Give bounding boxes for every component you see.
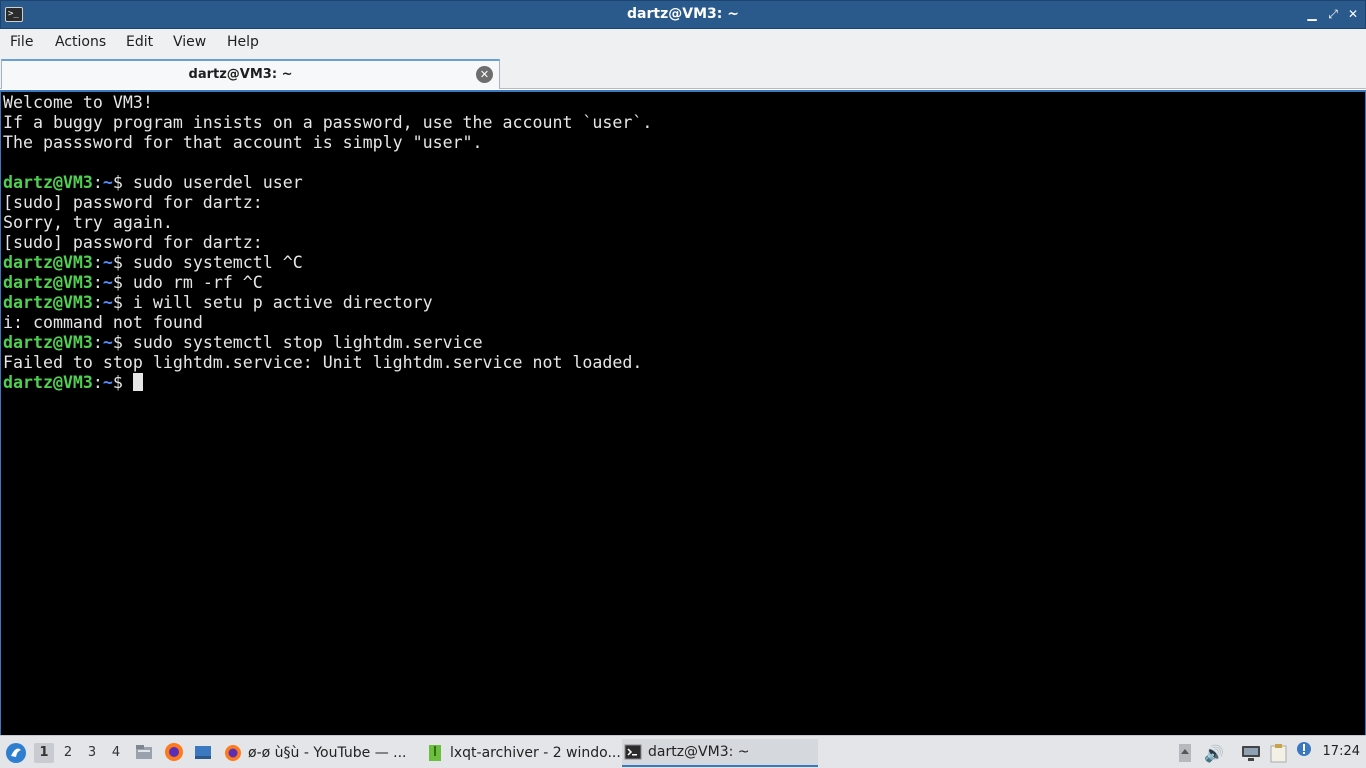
firefox-launcher-icon[interactable]: [164, 742, 184, 762]
network-icon[interactable]: [1240, 743, 1262, 763]
terminal-output-line: [sudo] password for dartz:: [3, 193, 1363, 213]
desktop-switch-2[interactable]: 2: [58, 743, 78, 763]
terminal-command-line: dartz@VM3:~$ sudo systemctl ^C: [3, 253, 1363, 273]
terminal-output-line: [sudo] password for dartz:: [3, 233, 1363, 253]
command-text: udo rm -rf ^C: [132, 273, 263, 292]
taskbar-task-button[interactable]: lxqt-archiver - 2 windo...: [424, 739, 620, 767]
output-text: The passsword for that account is simply…: [3, 133, 483, 152]
taskbar-task-button[interactable]: ø-ø ù§ù - YouTube — ...: [222, 739, 418, 767]
archiver-icon: [426, 744, 444, 762]
terminal-output-line: The passsword for that account is simply…: [3, 133, 1363, 153]
menu-help[interactable]: Help: [227, 34, 259, 50]
terminal-command-line: dartz@VM3:~$: [3, 373, 1363, 393]
terminal-command-line: dartz@VM3:~$ sudo systemctl stop lightdm…: [3, 333, 1363, 353]
output-text: [sudo] password for dartz:: [3, 193, 263, 212]
menu-file[interactable]: File: [10, 34, 33, 50]
clock[interactable]: 17:24: [1323, 744, 1360, 759]
menu-view[interactable]: View: [173, 34, 206, 50]
output-text: i: command not found: [3, 313, 203, 332]
file-manager-icon[interactable]: [134, 742, 154, 762]
desktop-switch-4[interactable]: 4: [106, 743, 126, 763]
taskbar: 1234 ø-ø ù§ù - YouTube — ... lxqt-archive…: [0, 735, 1366, 768]
maximize-icon[interactable]: ⤢: [1326, 6, 1340, 22]
terminal-icon: [624, 743, 642, 761]
prompt-user: dartz@VM3: [3, 373, 93, 392]
output-text: Welcome to VM3!: [3, 93, 153, 112]
taskbar-task-button[interactable]: dartz@VM3: ~: [622, 739, 818, 767]
prompt-user: dartz@VM3: [3, 273, 93, 292]
menu-bar: File Actions Edit View Help: [0, 29, 1366, 57]
prompt-separator: :: [92, 173, 103, 192]
terminal-output-line: If a buggy program insists on a password…: [3, 113, 1363, 133]
firefox-icon: [224, 744, 242, 762]
text-cursor: [132, 373, 143, 391]
tab-close-icon[interactable]: ✕: [476, 66, 493, 83]
clipboard-icon[interactable]: [1268, 742, 1290, 764]
prompt-path: ~: [102, 333, 113, 352]
terminal-output-line: Sorry, try again.: [3, 213, 1363, 233]
terminal-command-line: dartz@VM3:~$ sudo userdel user: [3, 173, 1363, 193]
prompt-symbol: $: [112, 293, 133, 312]
desktop-switch-3[interactable]: 3: [82, 743, 102, 763]
prompt-path: ~: [102, 373, 113, 392]
prompt-path: ~: [102, 293, 113, 312]
prompt-separator: :: [92, 273, 103, 292]
prompt-separator: :: [92, 333, 103, 352]
tab-bar: dartz@VM3: ~ ✕: [0, 57, 1366, 89]
command-text: i will setu p active directory: [132, 293, 433, 312]
close-icon[interactable]: ✕: [1346, 6, 1360, 22]
prompt-symbol: $: [112, 273, 133, 292]
prompt-symbol: $: [112, 253, 133, 272]
taskbar-task-label: dartz@VM3: ~: [648, 744, 750, 760]
menu-actions[interactable]: Actions: [55, 34, 106, 50]
notification-icon[interactable]: [1296, 741, 1312, 757]
output-text: Failed to stop lightdm.service: Unit lig…: [3, 353, 643, 372]
window-titlebar[interactable]: >_ dartz@VM3: ~ ▁ ⤢ ✕: [0, 0, 1366, 29]
prompt-separator: :: [92, 253, 103, 272]
prompt-path: ~: [102, 173, 113, 192]
taskbar-task-label: lxqt-archiver - 2 windo...: [450, 745, 620, 761]
volume-icon[interactable]: 🔊: [1204, 743, 1224, 763]
prompt-symbol: $: [112, 173, 133, 192]
output-text: If a buggy program insists on a password…: [3, 113, 653, 132]
prompt-path: ~: [102, 273, 113, 292]
output-text: [sudo] password for dartz:: [3, 233, 263, 252]
prompt-user: dartz@VM3: [3, 293, 93, 312]
prompt-separator: :: [92, 293, 103, 312]
terminal-command-line: dartz@VM3:~$ i will setu p active direct…: [3, 293, 1363, 313]
command-text: sudo systemctl ^C: [132, 253, 303, 272]
command-text: sudo systemctl stop lightdm.service: [132, 333, 483, 352]
menu-edit[interactable]: Edit: [126, 34, 153, 50]
terminal-output[interactable]: Welcome to VM3! If a buggy program insist…: [0, 90, 1366, 735]
terminal-output-line: Failed to stop lightdm.service: Unit lig…: [3, 353, 1363, 373]
tab-terminal[interactable]: dartz@VM3: ~ ✕: [1, 59, 500, 89]
prompt-symbol: $: [112, 333, 133, 352]
desktop-switch-1[interactable]: 1: [34, 743, 54, 763]
prompt-path: ~: [102, 253, 113, 272]
output-text: Sorry, try again.: [3, 213, 173, 232]
taskbar-task-label: ø-ø ù§ù - YouTube — ...: [248, 745, 407, 761]
prompt-user: dartz@VM3: [3, 173, 93, 192]
prompt-user: dartz@VM3: [3, 253, 93, 272]
prompt-user: dartz@VM3: [3, 333, 93, 352]
show-desktop-icon[interactable]: [193, 742, 213, 762]
tray-expand-icon[interactable]: [1178, 743, 1192, 763]
prompt-separator: :: [92, 373, 103, 392]
terminal-output-line: Welcome to VM3!: [3, 93, 1363, 113]
tab-label: dartz@VM3: ~: [188, 67, 293, 82]
start-menu-icon[interactable]: [4, 741, 28, 765]
window-title: dartz@VM3: ~: [627, 6, 739, 22]
terminal-command-line: dartz@VM3:~$ udo rm -rf ^C: [3, 273, 1363, 293]
prompt-symbol: $: [112, 373, 133, 392]
minimize-icon[interactable]: ▁: [1305, 6, 1319, 22]
command-text: sudo userdel user: [132, 173, 303, 192]
terminal-output-line: i: command not found: [3, 313, 1363, 333]
